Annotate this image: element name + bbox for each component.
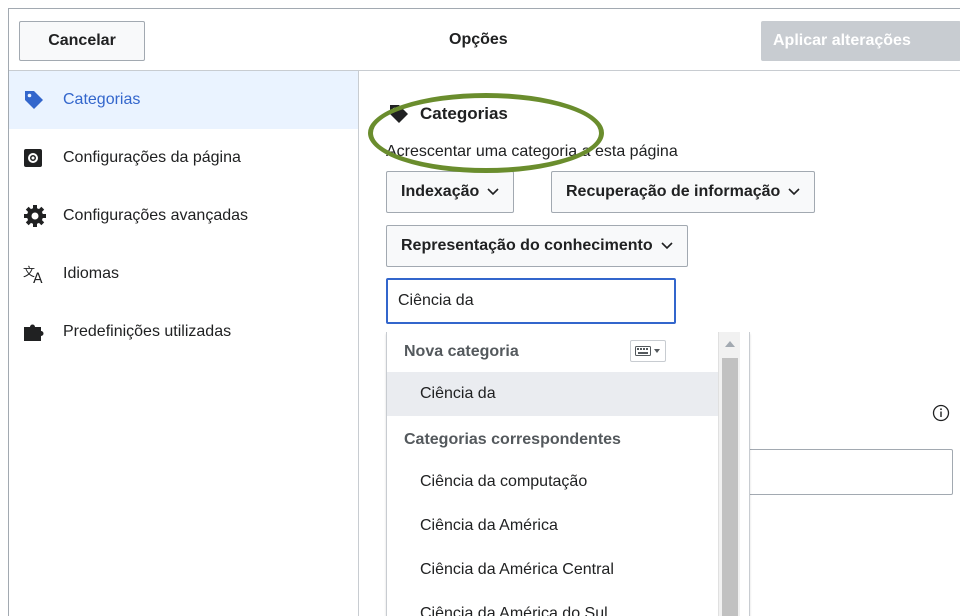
page-settings-icon [23,146,51,170]
apply-changes-button[interactable]: Aplicar alterações [761,21,960,61]
cancel-button[interactable]: Cancelar [19,21,145,61]
chevron-down-icon [661,242,673,250]
sidebar-item-languages[interactable]: 文A Idiomas [9,245,358,303]
language-icon: 文A [23,262,51,286]
chevron-down-icon [487,188,499,196]
options-sidebar: Categorias Configurações da página Confi… [9,71,359,616]
scrollbar-thumb[interactable] [722,358,738,616]
section-title: Categorias [388,103,508,125]
list-item[interactable]: Ciência da América Central [387,548,718,592]
section-title-text: Categorias [420,104,508,123]
gear-icon [23,204,51,228]
list-item[interactable]: Ciência da América do Sul [387,592,718,616]
new-category-header: Nova categoria [404,343,519,360]
sidebar-item-label: Predefinições utilizadas [63,323,232,340]
dialog-title: Opções [449,31,508,48]
category-tag-label: Indexação [401,183,480,200]
dropdown-scrollbar[interactable] [718,332,740,616]
sidebar-item-label: Configurações avançadas [63,207,249,224]
sidebar-item-page-settings[interactable]: Configurações da página [9,129,358,187]
list-item[interactable]: Ciência da computação [387,460,718,504]
list-item[interactable]: Ciência da América [387,504,718,548]
add-category-hint: Acrescentar uma categoria a esta página [386,143,678,160]
chevron-down-icon [788,188,800,196]
new-category-option[interactable]: Ciência da [387,372,718,416]
category-search-input[interactable] [386,278,676,324]
info-icon[interactable] [932,404,950,427]
category-tag-recuperacao[interactable]: Recuperação de informação [551,171,816,213]
category-tag-label: Representação do conhecimento [401,237,653,254]
page-options-dialog: Cancelar Opções Aplicar alterações Categ… [8,8,960,616]
category-tag-label: Recuperação de informação [566,183,781,200]
category-suggestions-dropdown: Nova categoria Ciência da Categorias cor… [386,332,750,616]
sidebar-item-label: Categorias [63,91,141,108]
sidebar-item-label: Idiomas [63,265,120,282]
tag-icon [23,88,51,112]
sidebar-item-templates-used[interactable]: Predefinições utilizadas [9,303,358,361]
sidebar-item-label: Configurações da página [63,149,241,166]
keyboard-icon[interactable] [630,340,666,362]
sidebar-item-categories[interactable]: Categorias [9,71,358,129]
tag-icon [390,105,408,123]
category-tag-indexacao[interactable]: Indexação [386,171,515,213]
dialog-header: Cancelar Opções Aplicar alterações [9,9,960,71]
puzzle-icon [23,320,51,344]
svg-text:A: A [33,271,43,284]
sort-key-input[interactable] [715,449,953,495]
category-tag-representacao[interactable]: Representação do conhecimento [386,225,688,267]
sidebar-item-advanced-settings[interactable]: Configurações avançadas [9,187,358,245]
matching-categories-header: Categorias correspondentes [404,431,621,448]
scroll-up-icon[interactable] [719,332,741,356]
